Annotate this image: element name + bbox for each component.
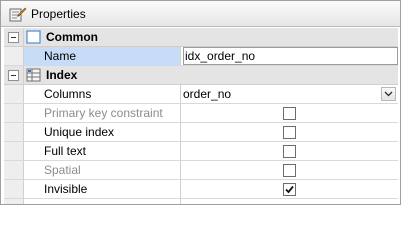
property-grid: Common Name idx_order_no Index Columns o… [4,28,398,204]
property-row-primary-key[interactable]: Primary key constraint [4,104,398,123]
property-label-invisible: Invisible [24,180,181,198]
property-label-full-text: Full text [24,142,181,160]
common-category-icon [26,30,42,44]
full-text-checkbox[interactable] [283,144,296,158]
invisible-checkbox[interactable] [283,182,296,196]
property-row-partial [4,199,398,204]
properties-titlebar: Properties [1,1,400,27]
property-label-name: Name [24,47,181,65]
primary-key-checkbox[interactable] [283,106,296,120]
property-row-invisible[interactable]: Invisible [4,180,398,199]
property-row-name[interactable]: Name idx_order_no [4,47,398,66]
unique-index-checkbox[interactable] [283,125,296,139]
columns-combo[interactable]: order_no [181,85,398,103]
property-label-unique-index: Unique index [24,123,181,141]
minus-icon [8,31,19,43]
category-label-common: Common [46,30,98,44]
panel-title: Properties [31,6,86,21]
category-label-index: Index [46,68,78,82]
chevron-down-icon[interactable] [381,87,396,101]
property-label-columns: Columns [24,85,181,103]
properties-panel: Properties Common Name idx_order_no Inde… [0,0,401,205]
property-row-columns[interactable]: Columns order_no [4,85,398,104]
property-row-unique-index[interactable]: Unique index [4,123,398,142]
property-label-spatial: Spatial [24,161,181,179]
checkmark-icon [285,185,294,193]
property-label-primary-key: Primary key constraint [24,104,181,122]
property-row-spatial[interactable]: Spatial [4,161,398,180]
name-input[interactable]: idx_order_no [183,47,398,65]
columns-value: order_no [183,87,232,101]
properties-icon [9,6,27,22]
property-row-full-text[interactable]: Full text [4,142,398,161]
index-category-icon [26,68,42,82]
collapse-toggle-common[interactable] [4,28,24,46]
minus-icon [8,69,19,81]
category-row-index[interactable]: Index [4,66,398,85]
spatial-checkbox[interactable] [283,163,296,177]
category-row-common[interactable]: Common [4,28,398,47]
collapse-toggle-index[interactable] [4,66,24,84]
